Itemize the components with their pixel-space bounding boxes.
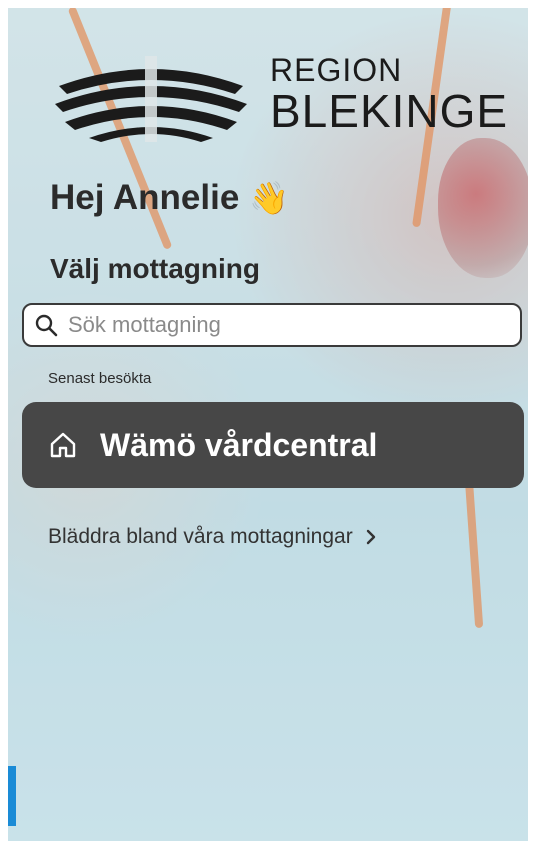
search-input[interactable]	[66, 311, 500, 339]
logo-icon	[55, 56, 247, 142]
chevron-right-icon	[366, 529, 375, 545]
browse-clinics-label: Bläddra bland våra mottagningar	[48, 525, 353, 548]
recent-clinic-button[interactable]: Wämö vårdcentral	[22, 402, 524, 488]
search-icon	[35, 314, 58, 337]
waving-hand-icon: 👋	[249, 180, 290, 216]
logo-text-blekinge: BLEKINGE	[270, 85, 509, 137]
home-icon	[50, 432, 76, 458]
app-screen: REGION BLEKINGE Hej Annelie 👋 Välj motta…	[8, 8, 528, 841]
page-subtitle: Välj mottagning	[50, 253, 260, 284]
side-accent	[8, 766, 16, 826]
browse-clinics-link[interactable]: Bläddra bland våra mottagningar	[48, 525, 377, 549]
region-blekinge-logo: REGION BLEKINGE	[51, 50, 511, 146]
search-bar[interactable]	[22, 303, 522, 347]
background-decoration	[438, 138, 528, 278]
greeting-text: Hej Annelie	[50, 178, 240, 217]
recent-section-label: Senast besökta	[48, 370, 152, 387]
clinic-name: Wämö vårdcentral	[100, 426, 378, 463]
greeting-heading: Hej Annelie 👋	[50, 178, 289, 218]
